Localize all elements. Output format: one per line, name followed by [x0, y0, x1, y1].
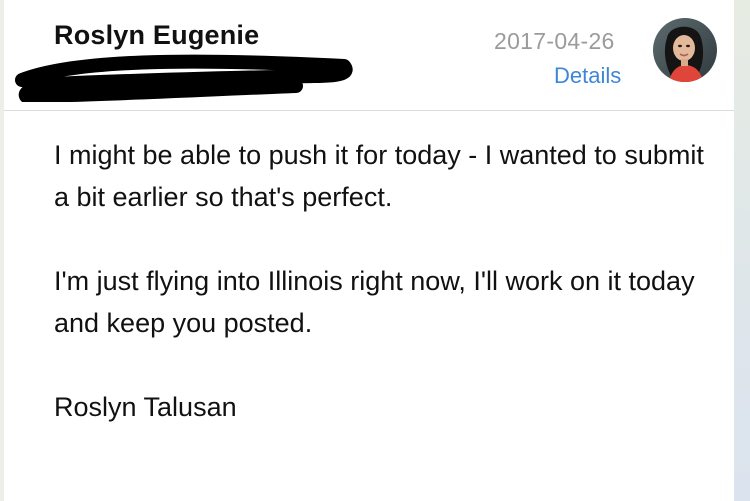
profile-photo-icon	[653, 18, 717, 82]
message-date: 2017-04-26	[494, 28, 615, 54]
message-paragraph: I'm just flying into Illinois right now,…	[54, 266, 695, 338]
email-header: Roslyn Eugenie ... 2017-04-26 Details	[4, 0, 734, 111]
message-body: I might be able to push it for today - I…	[54, 134, 714, 428]
message-paragraph: I might be able to push it for today - I…	[54, 140, 704, 212]
page-edge-right	[734, 0, 750, 501]
details-link[interactable]: Details	[554, 63, 621, 89]
sender-name[interactable]: Roslyn Eugenie	[54, 20, 259, 51]
signature: Roslyn Talusan	[54, 392, 237, 422]
email-view: Roslyn Eugenie ... 2017-04-26 Details I …	[4, 0, 734, 501]
redaction-mark	[15, 54, 353, 102]
avatar[interactable]	[653, 18, 717, 82]
